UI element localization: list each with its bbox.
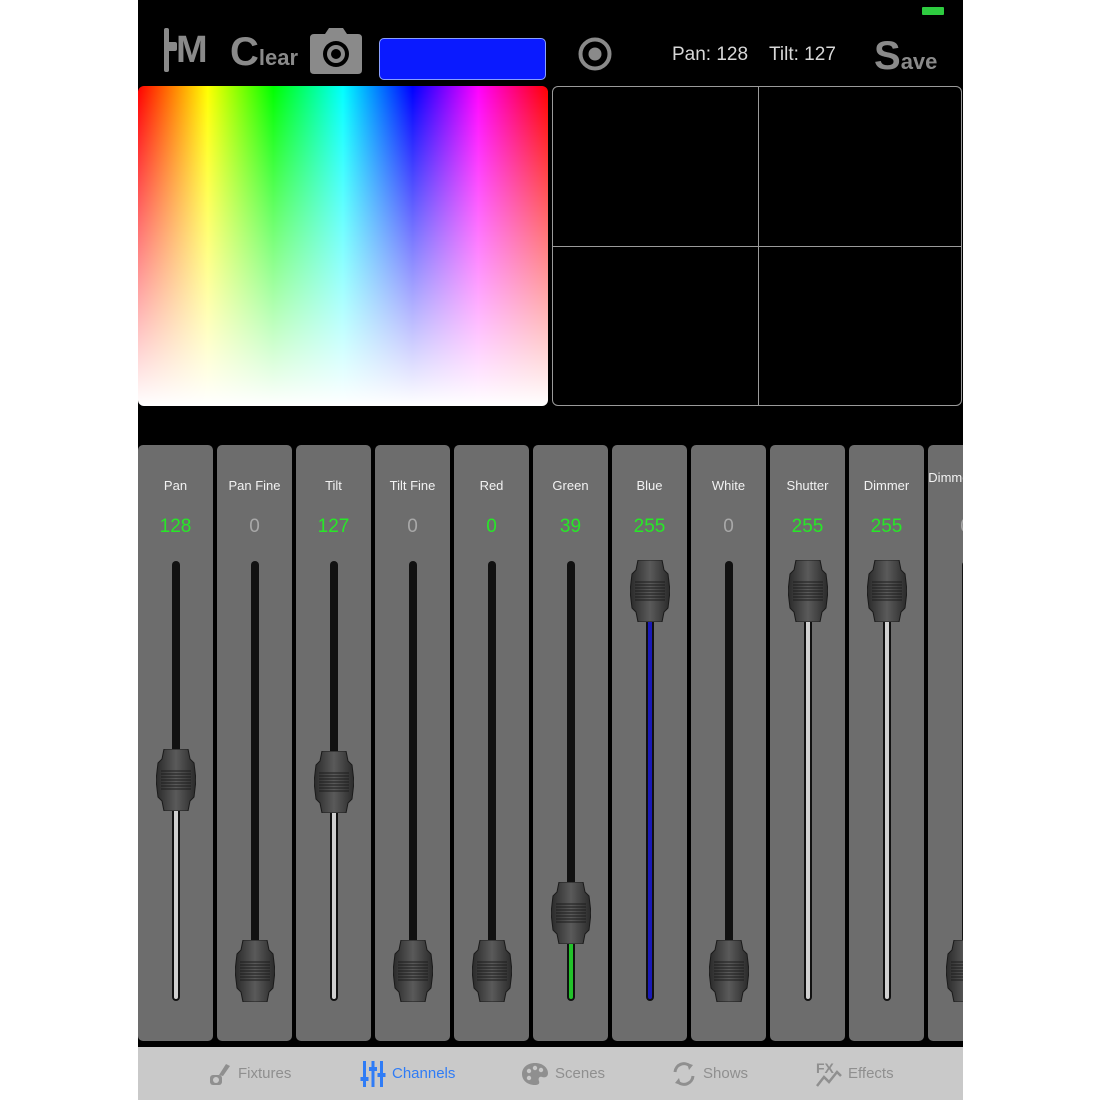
- fader-track[interactable]: [409, 561, 417, 1001]
- tab-bar: Fixtures Channels Scenes Shows FX Effect…: [138, 1047, 963, 1100]
- channel-strip: Pan 128: [138, 445, 213, 1041]
- channel-value: 0: [723, 516, 734, 537]
- channel-strip: Dimmer Fine 0: [928, 445, 963, 1041]
- tab-shows[interactable]: Shows: [671, 1047, 748, 1100]
- channel-name: Pan Fine: [228, 478, 281, 493]
- pan-readout: Pan: 128: [672, 44, 749, 65]
- battery-icon: [922, 7, 944, 15]
- fader-knob[interactable]: [787, 559, 829, 623]
- app-window: M Clear Pan: 128 Tilt: 127 Save Pan 128 Pa…: [138, 0, 963, 1100]
- fader-knob[interactable]: [945, 939, 963, 1003]
- channel-value: 255: [791, 516, 824, 537]
- channel-strip: White 0: [691, 445, 766, 1041]
- fader-track[interactable]: [251, 561, 259, 1001]
- fader-fill: [174, 780, 178, 999]
- fader-knob[interactable]: [234, 939, 276, 1003]
- tab-scenes-label: Scenes: [555, 1065, 606, 1082]
- fader-knob[interactable]: [392, 939, 434, 1003]
- tab-effects[interactable]: FX Effects: [816, 1047, 894, 1100]
- tab-channels[interactable]: Channels: [360, 1047, 455, 1100]
- pan-tilt-horizontal-line: [553, 246, 961, 247]
- channel-value: 255: [870, 516, 903, 537]
- channel-name: Blue: [636, 478, 663, 493]
- channel-value: 0: [928, 516, 963, 538]
- im-label: M: [176, 29, 208, 71]
- palette-icon: [522, 1062, 548, 1085]
- fader-fill: [332, 781, 336, 999]
- fader-knob[interactable]: [471, 939, 513, 1003]
- channel-name: Tilt Fine: [389, 478, 436, 493]
- cycle-icon: [673, 1061, 695, 1086]
- fader-track[interactable]: [804, 561, 812, 1001]
- color-picker[interactable]: [138, 86, 548, 406]
- save-button[interactable]: Save: [874, 32, 938, 78]
- fader-icon: [164, 28, 177, 72]
- channel-strip: Blue 255: [612, 445, 687, 1041]
- channel-value: 39: [559, 516, 582, 537]
- channel-name: Pan: [163, 478, 188, 493]
- current-color-swatch[interactable]: [379, 38, 546, 80]
- channel-strip: Dimmer 255: [849, 445, 924, 1041]
- tab-shows-label: Shows: [703, 1065, 749, 1082]
- fader-knob[interactable]: [155, 748, 197, 812]
- channel-value: 127: [317, 516, 350, 537]
- channel-strip: Tilt 127: [296, 445, 371, 1041]
- tab-channels-label: Channels: [392, 1065, 456, 1082]
- fader-track[interactable]: [883, 561, 891, 1001]
- channel-strip: Pan Fine 0: [217, 445, 292, 1041]
- channel-value: 128: [159, 516, 192, 537]
- tab-effects-label: Effects: [848, 1065, 894, 1082]
- fader-knob[interactable]: [313, 750, 355, 814]
- fader-track[interactable]: [646, 561, 654, 1001]
- fader-track[interactable]: [725, 561, 733, 1001]
- channel-name: Tilt: [325, 478, 342, 493]
- sliders-icon: [360, 1060, 386, 1087]
- channel-value: 0: [249, 516, 260, 537]
- channel-value: 255: [633, 516, 666, 537]
- clear-button[interactable]: Clear: [230, 28, 298, 78]
- target-button[interactable]: [578, 37, 612, 71]
- fader-knob[interactable]: [866, 559, 908, 623]
- target-icon: [578, 37, 612, 71]
- camera-icon: [310, 28, 362, 74]
- channel-name: Red: [479, 478, 504, 493]
- camera-button[interactable]: [310, 28, 362, 74]
- fader-knob[interactable]: [629, 559, 671, 623]
- svg-text:FX: FX: [816, 1060, 835, 1076]
- fader-fill: [648, 591, 652, 999]
- channel-strip: Tilt Fine 0: [375, 445, 450, 1041]
- tab-fixtures-label: Fixtures: [238, 1065, 292, 1082]
- channel-name: Green: [552, 478, 589, 493]
- fader-knob[interactable]: [708, 939, 750, 1003]
- channel-strip: Red 0: [454, 445, 529, 1041]
- save-label-rest: ave: [900, 49, 938, 74]
- channel-value: 0: [407, 516, 418, 537]
- fader-knob[interactable]: [550, 881, 592, 945]
- pan-tilt-pad[interactable]: [552, 86, 962, 406]
- fader-track[interactable]: [962, 561, 963, 1001]
- tab-fixtures[interactable]: Fixtures: [206, 1047, 291, 1100]
- channel-value: 0: [486, 516, 497, 537]
- fx-icon: FX: [816, 1060, 842, 1087]
- channel-strip: Green 39: [533, 445, 608, 1041]
- channel-strips: Pan 128 Pan Fine 0 Tilt 127 Tilt Fine 0 Red 0 Gree…: [138, 445, 963, 1042]
- channel-name: Dimmer Fine: [928, 470, 963, 485]
- channel-name: Shutter: [786, 478, 829, 493]
- fader-fill: [806, 591, 810, 999]
- channel-strip: Shutter 255: [770, 445, 845, 1041]
- channel-name: Dimmer: [863, 478, 910, 493]
- fader-fill: [885, 591, 889, 999]
- fader-track[interactable]: [488, 561, 496, 1001]
- clear-label-rest: lear: [258, 45, 299, 70]
- channel-name: White: [711, 478, 746, 493]
- im-button[interactable]: M: [160, 26, 210, 76]
- tab-scenes[interactable]: Scenes: [521, 1047, 605, 1100]
- tilt-readout: Tilt: 127: [769, 44, 836, 65]
- fixture-icon: [210, 1063, 230, 1085]
- save-label-initial: S: [874, 34, 901, 78]
- clear-label-initial: C: [230, 30, 259, 74]
